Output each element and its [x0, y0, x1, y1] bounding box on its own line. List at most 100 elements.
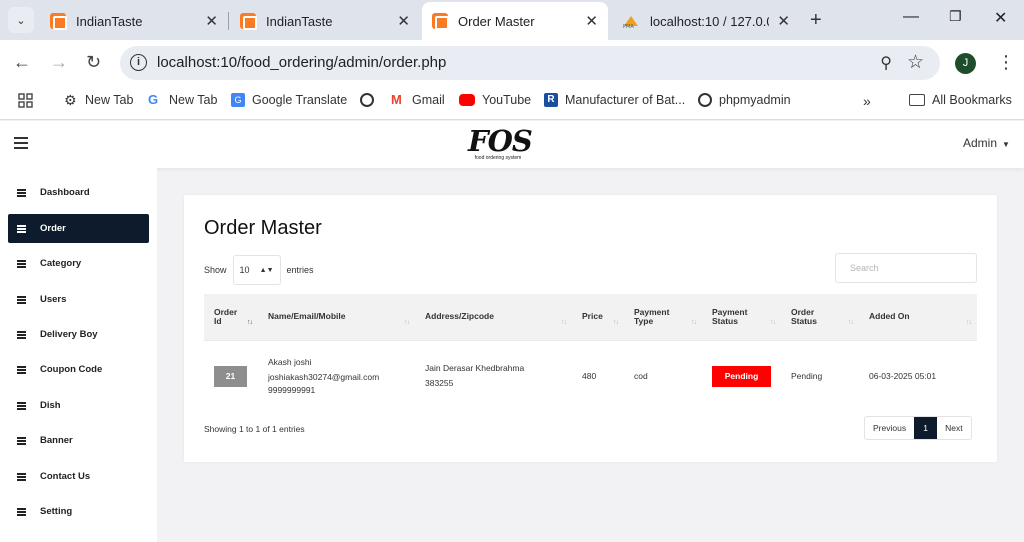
sidebar-item-users[interactable]: Users: [8, 285, 149, 314]
sidebar-item-banner[interactable]: Banner: [8, 426, 149, 455]
sidebar-item-label: Contact Us: [40, 471, 91, 482]
all-bookmarks-label: All Bookmarks: [932, 93, 1012, 107]
profile-avatar[interactable]: J: [955, 53, 976, 74]
browser-menu-icon[interactable]: ⋮: [997, 52, 1015, 73]
sidebar-item-setting[interactable]: Setting: [8, 497, 149, 526]
previous-page-button[interactable]: Previous: [865, 417, 914, 439]
fos-logo[interactable]: FOS food ordering system: [468, 127, 533, 165]
bookmark-google-translate[interactable]: G Google Translate: [231, 93, 347, 107]
close-tab-icon[interactable]: ✕: [205, 12, 218, 30]
bookmark-manufacturer[interactable]: R Manufacturer of Bat...: [544, 93, 685, 107]
address-bar[interactable]: i localhost:10/food_ordering/admin/order…: [120, 46, 940, 80]
bookmark-new-tab-1[interactable]: ⚙ New Tab: [64, 93, 133, 107]
bookmark-globe[interactable]: [360, 93, 381, 107]
cell-payment-type: cod: [634, 370, 648, 381]
bookmark-phpmyadmin[interactable]: phpmyadmin: [698, 93, 791, 107]
back-button[interactable]: ←: [13, 52, 31, 73]
column-header-name[interactable]: Name/Email/Mobile ↑↓: [258, 294, 415, 340]
sidebar-item-order[interactable]: Order: [8, 214, 149, 243]
close-window-button[interactable]: ✕: [994, 8, 1007, 28]
browser-tab-4[interactable]: PMA localhost:10 / 127.0.0.1 ✕: [612, 6, 800, 36]
zipcode-text: 383255: [425, 378, 454, 389]
payment-status-badge: Pending: [712, 365, 771, 387]
bookmark-label: phpmyadmin: [719, 93, 791, 107]
main-content: Order Master Show 10 ▲▼ entries Order Id…: [157, 168, 1024, 542]
sidebar-item-dish[interactable]: Dish: [8, 391, 149, 420]
customer-email: joshiakash30274@gmail.com: [268, 371, 380, 382]
entries-select[interactable]: 10 ▲▼: [232, 255, 281, 285]
tab-search-button[interactable]: ⌄: [8, 7, 34, 33]
close-tab-icon[interactable]: ✕: [585, 12, 598, 30]
sidebar-item-dashboard[interactable]: Dashboard: [8, 178, 149, 207]
bookmark-label: New Tab: [169, 93, 218, 107]
sidebar-item-label: Category: [40, 258, 82, 269]
tab-title: IndianTaste: [266, 13, 333, 29]
sidebar-item-label: Dish: [40, 400, 61, 411]
sort-icon: ↑↓: [691, 319, 697, 326]
xampp-favicon-icon: [240, 13, 257, 30]
app-header: FOS food ordering system Admin ▼: [0, 121, 1024, 168]
list-icon: [17, 331, 26, 338]
chevron-down-icon: ⌄: [16, 14, 26, 27]
bookmark-youtube[interactable]: YouTube: [459, 93, 531, 107]
tab-divider: [228, 12, 229, 30]
tab-title: localhost:10 / 127.0.0.1: [650, 13, 769, 29]
zoom-icon[interactable]: ⚲: [880, 53, 892, 73]
column-header-price[interactable]: Price ↑↓: [572, 294, 624, 340]
new-tab-button[interactable]: +: [810, 9, 822, 32]
all-bookmarks[interactable]: All Bookmarks: [909, 93, 1012, 107]
sidebar-item-coupon-code[interactable]: Coupon Code: [8, 355, 149, 384]
bookmark-gmail[interactable]: M Gmail: [391, 93, 445, 108]
minimize-button[interactable]: —: [903, 8, 919, 26]
sidebar-item-delivery-boy[interactable]: Delivery Boy: [8, 320, 149, 349]
sort-asc-icon: ↑↓: [247, 319, 253, 326]
xampp-favicon-icon: [50, 13, 67, 30]
tab-title: IndianTaste: [76, 13, 143, 29]
phpmyadmin-favicon-icon: PMA: [622, 13, 640, 30]
more-bookmarks-icon[interactable]: »: [863, 93, 871, 109]
cell-order-id: 21: [204, 340, 258, 412]
column-header-payment-status[interactable]: Payment Status ↑↓: [702, 294, 781, 340]
bookmark-label: Gmail: [412, 93, 445, 107]
admin-dropdown[interactable]: Admin ▼: [963, 136, 1010, 150]
sidebar-item-contact-us[interactable]: Contact Us: [8, 462, 149, 491]
browser-tab-1[interactable]: IndianTaste ✕: [40, 6, 228, 36]
browser-tab-active[interactable]: Order Master ✕: [422, 2, 608, 40]
sidebar-item-category[interactable]: Category: [8, 249, 149, 278]
menu-toggle-icon[interactable]: [14, 137, 28, 152]
arrow-right-icon: →: [50, 52, 68, 72]
restore-button[interactable]: ❐: [949, 8, 962, 25]
bookmark-star-icon[interactable]: ☆: [907, 51, 924, 74]
site-info-icon[interactable]: i: [130, 54, 147, 71]
column-header-label: Address/Zipcode: [425, 311, 494, 322]
reload-button[interactable]: ↻: [86, 52, 101, 73]
column-header-address[interactable]: Address/Zipcode ↑↓: [415, 294, 572, 340]
column-header-order-id[interactable]: Order Id ↑↓: [204, 294, 258, 340]
gear-icon: ⚙: [64, 92, 77, 108]
table-search-input[interactable]: [835, 253, 977, 283]
cell-added-on: 06-03-2025 05:01: [869, 370, 937, 381]
apps-icon[interactable]: [18, 93, 33, 108]
forward-button[interactable]: →: [50, 52, 68, 73]
bookmark-new-tab-2[interactable]: G New Tab: [148, 93, 218, 108]
order-id-badge[interactable]: 21: [214, 365, 247, 387]
page-1-button[interactable]: 1: [914, 417, 938, 439]
url-text[interactable]: localhost:10/food_ordering/admin/order.p…: [157, 54, 446, 71]
column-header-added-on[interactable]: Added On ↑↓: [859, 294, 977, 340]
entries-select-value: 10: [239, 265, 250, 275]
sort-icon: ↑↓: [770, 319, 776, 326]
sidebar-item-label: Delivery Boy: [40, 329, 98, 340]
cell-name-email-mobile: Akash joshi joshiakash30274@gmail.com 99…: [258, 340, 415, 412]
close-tab-icon[interactable]: ✕: [777, 12, 790, 30]
arrow-left-icon: ←: [13, 52, 31, 72]
list-icon: [17, 402, 26, 409]
column-header-label: Name/Email/Mobile: [268, 311, 346, 322]
browser-tab-2[interactable]: IndianTaste ✕: [230, 6, 420, 36]
cell-address-zipcode: Jain Derasar Khedbrahma 383255: [415, 340, 572, 412]
orders-table: Order Id ↑↓ Name/Email/Mobile ↑↓ Address/Z…: [204, 294, 977, 412]
column-header-order-status[interactable]: Order Status ↑↓: [781, 294, 859, 340]
bookmark-label: Manufacturer of Bat...: [565, 93, 686, 107]
column-header-payment-type[interactable]: Payment Type ↑↓: [624, 294, 702, 340]
close-tab-icon[interactable]: ✕: [397, 12, 410, 30]
next-page-button[interactable]: Next: [937, 417, 970, 439]
